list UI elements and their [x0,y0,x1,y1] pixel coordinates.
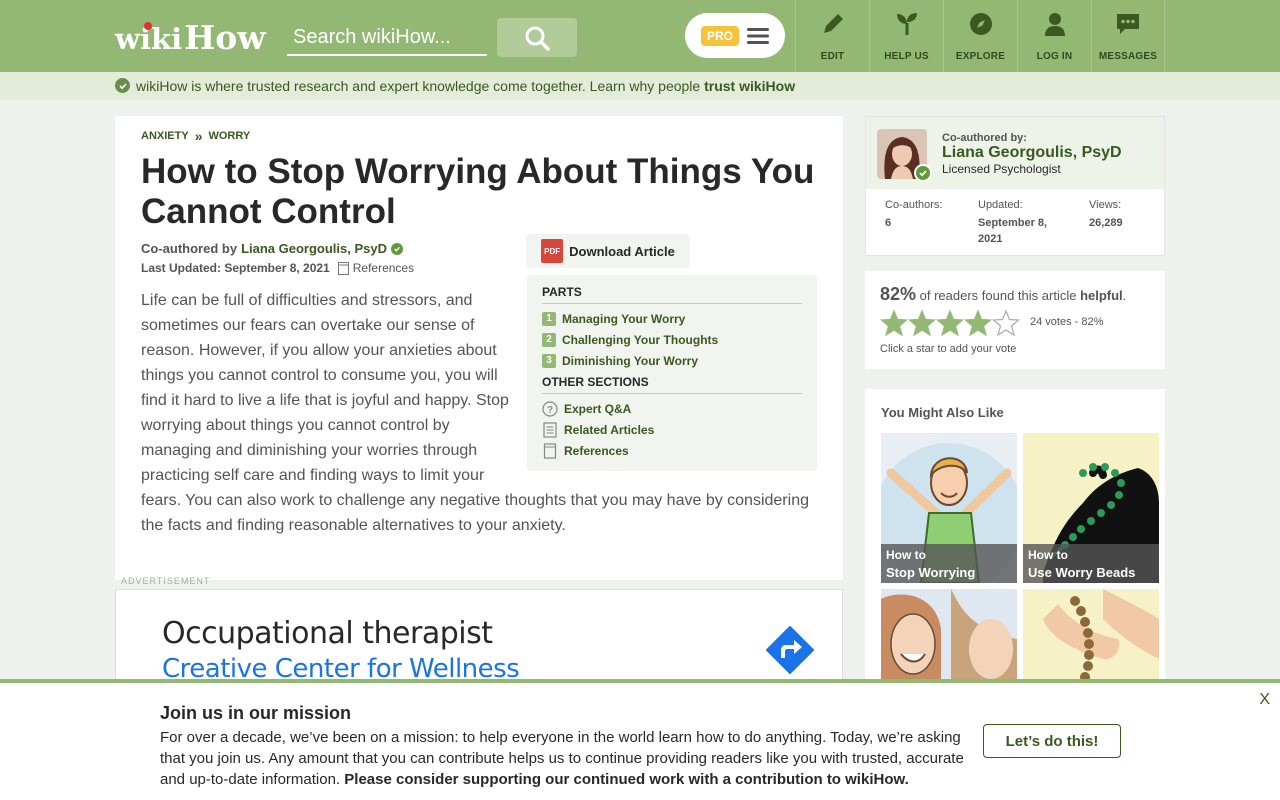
breadcrumb-anxiety[interactable]: ANXIETY [141,130,189,142]
donation-banner: X Join us in our mission For over a deca… [0,679,1280,800]
related-caption: How to Use Worry Beads [1023,544,1159,583]
pencil-icon [823,14,843,33]
nav-log-in[interactable]: LOG IN [1017,0,1091,72]
rating-card: 82% of readers found this article helpfu… [865,271,1165,369]
chat-icon [1117,14,1139,34]
ad-title[interactable]: Occupational therapist [162,616,493,651]
banner-title: Join us in our mission [160,703,352,723]
star-filled-icon[interactable] [880,309,908,337]
stat-value: 26,289 [1089,217,1123,229]
logo-dot [144,22,152,30]
advertisement[interactable]: Occupational therapist Creative Center f… [115,589,843,689]
author-link[interactable]: Liana Georgoulis, PsyD [241,241,387,256]
related-title: Stop Worrying [886,565,976,580]
nav-label: LOG IN [1036,51,1073,62]
nav-explore[interactable]: EXPLORE [943,0,1017,72]
trust-message: wikiHow is where trusted research and ex… [136,78,795,94]
pro-badge: PRO [700,25,739,46]
nav-help-us[interactable]: HELP US [869,0,943,72]
verified-badge-icon [914,164,932,182]
search-input[interactable] [287,20,487,56]
breadcrumb: ANXIETY » WORRY [141,128,250,144]
related-title: Use Worry Beads [1028,565,1136,580]
helpful-period: . [1122,288,1127,303]
author-role: Licensed Psychologist [942,162,1061,176]
last-updated: Last Updated: September 8, 2021 Referenc… [141,261,414,275]
download-label: Download Article [569,243,675,259]
nav-label: HELP US [884,51,929,62]
download-article-button[interactable]: PDF Download Article [526,234,690,268]
nav-label: MESSAGES [1098,51,1158,62]
bookmark-icon [337,261,349,275]
references-label: References [352,261,415,275]
stat-views: Views: 26,289 [1089,199,1123,231]
nav-edit[interactable]: EDIT [795,0,869,72]
stat-value: 6 [885,217,892,229]
trust-wikihow-link[interactable]: trust wikiHow [704,78,795,94]
helpful-word: helpful [1080,288,1123,303]
helpful-summary: 82% of readers found this article helpfu… [880,284,1126,305]
coauthored-by-label: Co-authored by: [942,132,1027,144]
article-card: ANXIETY » WORRY How to Stop Worrying Abo… [115,116,843,580]
page-title: How to Stop Worrying About Things You Ca… [141,152,815,231]
stat-value: September 8, 2021 [978,217,1048,245]
helpful-text: of readers found this article [916,288,1081,303]
search-icon [525,26,550,51]
trust-bar: wikiHow is where trusted research and ex… [0,72,1280,100]
pro-menu-button[interactable]: PRO [685,13,785,58]
ad-label: ADVERTISEMENT [121,576,211,586]
vote-hint: Click a star to add your vote [880,343,1017,355]
toc-float-spacer [511,278,821,466]
search-button[interactable] [497,18,577,57]
stat-label: Co-authors: [885,199,943,211]
user-icon [1044,13,1065,36]
compass-icon [969,13,992,35]
stat-updated: Updated: September 8, 2021 [978,199,1068,247]
related-heading: You Might Also Like [881,405,1004,420]
banner-text: For over a decade, we’ve been on a missi… [160,727,970,790]
author-card: Co-authored by: Liana Georgoulis, PsyD L… [865,116,1165,256]
stat-label: Views: [1089,199,1122,211]
close-banner-button[interactable]: X [1259,691,1270,709]
directions-arrow-icon[interactable] [766,626,814,674]
star-filled-icon[interactable] [964,309,992,337]
sprout-icon [896,13,917,35]
vote-count: 24 votes - 82% [1030,316,1104,328]
verified-icon [391,242,403,255]
banner-body-bold: Please consider supporting our continued… [344,771,909,788]
related-prefix: How to [1028,548,1068,562]
star-empty-icon[interactable] [992,309,1020,337]
helpful-percent: 82% [880,284,917,304]
wikihow-logo[interactable]: wiki How [115,18,266,57]
pdf-icon: PDF [541,239,564,263]
star-filled-icon[interactable] [936,309,964,337]
check-badge-icon [115,78,130,93]
nav-messages[interactable]: MESSAGES [1091,0,1165,72]
coauthored-prefix: Co-authored by [141,241,238,256]
logo-how-text: How [184,18,266,57]
related-article-stop-worrying[interactable]: How to Stop Worrying [881,433,1017,583]
stat-label: Updated: [978,199,1023,211]
star-rating [880,309,1020,337]
related-prefix: How to [886,548,926,562]
related-article-worry-beads[interactable]: How to Use Worry Beads [1023,433,1159,583]
site-header: wiki How PRO EDIT HELP US EXPLORE LOG IN… [0,0,1280,72]
nav-label: EDIT [820,51,845,62]
star-filled-icon[interactable] [908,309,936,337]
last-updated-text: Last Updated: September 8, 2021 [141,261,330,275]
byline: Co-authored by Liana Georgoulis, PsyD [141,241,403,256]
related-caption: How to Stop Worrying [881,544,1017,583]
hamburger-icon [747,27,769,44]
breadcrumb-separator: » [194,128,203,144]
trust-text: wikiHow is where trusted research and ex… [136,78,705,94]
contribute-button[interactable]: Let’s do this! [983,724,1121,758]
stat-coauthors: Co-authors: 6 [885,199,942,231]
sidebar-author-name[interactable]: Liana Georgoulis, PsyD [942,144,1122,162]
nav-label: EXPLORE [955,51,1006,62]
breadcrumb-worry[interactable]: WORRY [208,130,250,142]
related-articles-card: You Might Also Like How to Stop Worrying [865,389,1165,739]
references-link[interactable]: References [337,261,415,275]
article-intro-text: Life can be full of difficulties and str… [141,288,821,538]
